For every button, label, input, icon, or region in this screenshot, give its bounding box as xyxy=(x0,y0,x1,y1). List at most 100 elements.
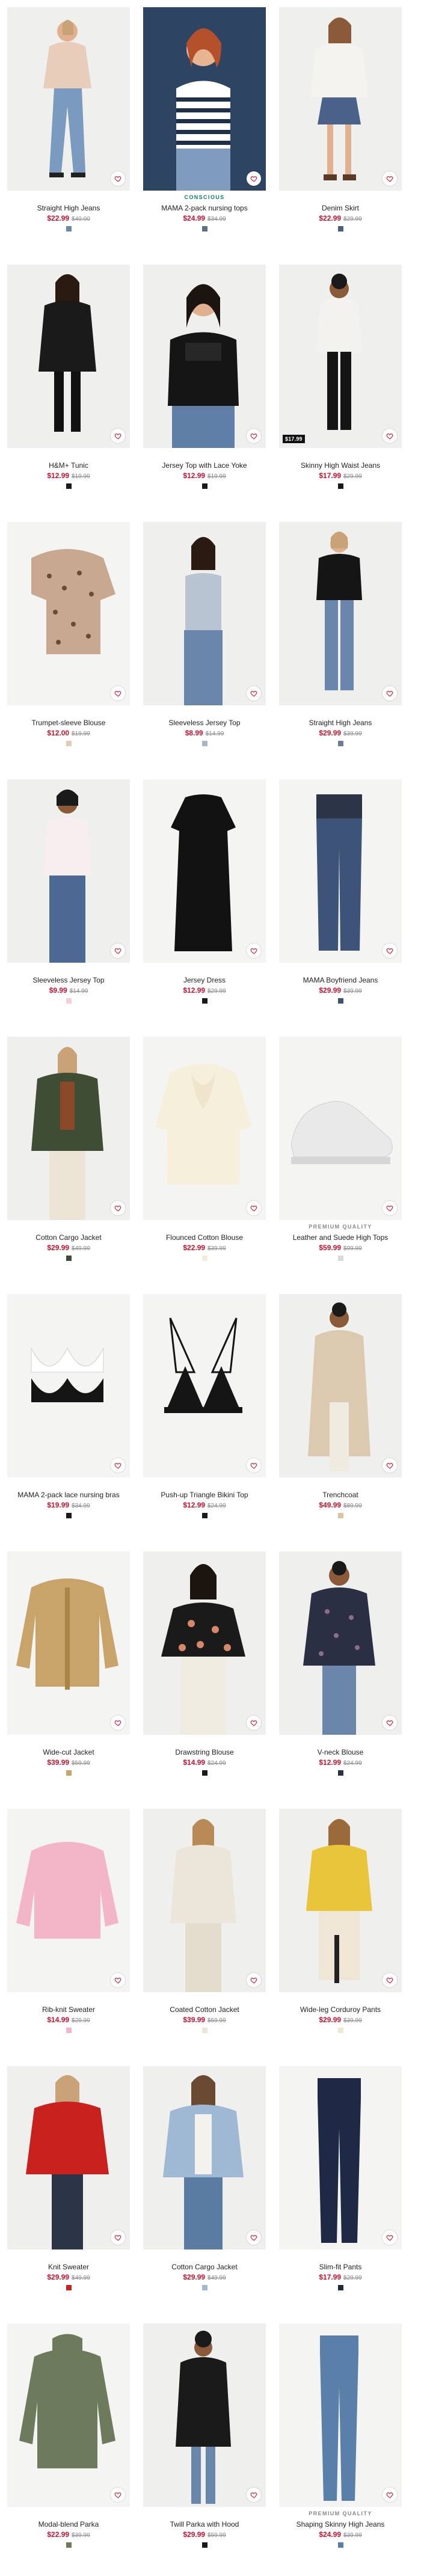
product-title[interactable]: Wide-leg Corduroy Pants xyxy=(300,2005,381,2014)
heart-outline-icon[interactable] xyxy=(247,171,261,186)
product-title[interactable]: Rib-knit Sweater xyxy=(42,2005,95,2014)
product-title[interactable]: Slim-fit Pants xyxy=(319,2263,362,2271)
product-card[interactable]: Wide-leg Corduroy Pants $29.99 $39.99 xyxy=(279,1809,402,2061)
product-title[interactable]: Straight High Jeans xyxy=(37,204,100,212)
product-image[interactable] xyxy=(143,779,266,963)
product-image[interactable] xyxy=(143,7,266,191)
heart-outline-icon[interactable] xyxy=(247,2488,261,2502)
product-card[interactable]: CONSCIOUS MAMA 2-pack nursing tops $24.99 $… xyxy=(143,7,266,260)
product-card[interactable]: Twill Parka with Hood $29.99 $59.99 xyxy=(143,2323,266,2576)
heart-outline-icon[interactable] xyxy=(111,429,125,443)
heart-outline-icon[interactable] xyxy=(111,2230,125,2245)
product-card[interactable]: Knit Sweater $29.99 $49.99 xyxy=(7,2066,130,2319)
product-title[interactable]: Trenchcoat xyxy=(322,1491,358,1499)
product-image[interactable] xyxy=(7,7,130,191)
heart-outline-icon[interactable] xyxy=(247,2230,261,2245)
product-card[interactable]: Jersey Top with Lace Yoke $12.99 $19.99 xyxy=(143,265,266,517)
product-card[interactable]: MAMA Boyfriend Jeans $29.99 $39.99 xyxy=(279,779,402,1032)
product-image[interactable] xyxy=(143,1294,266,1477)
color-swatch[interactable] xyxy=(66,2285,72,2290)
product-card[interactable]: Cotton Cargo Jacket $29.99 $49.99 xyxy=(7,1037,130,1289)
product-title[interactable]: Knit Sweater xyxy=(48,2263,89,2271)
product-image[interactable] xyxy=(279,1294,402,1477)
color-swatch[interactable] xyxy=(337,2028,343,2033)
color-swatch[interactable] xyxy=(66,483,72,489)
product-title[interactable]: H&M+ Tunic xyxy=(49,461,88,470)
product-image[interactable] xyxy=(279,1037,402,1220)
product-card[interactable]: Push-up Triangle Bikini Top $12.99 $24.99 xyxy=(143,1294,266,1547)
color-swatch[interactable] xyxy=(66,1770,72,1776)
product-title[interactable]: Cotton Cargo Jacket xyxy=(171,2263,237,2271)
product-image[interactable] xyxy=(7,265,130,448)
heart-outline-icon[interactable] xyxy=(383,1458,397,1473)
product-title[interactable]: Sleeveless Jersey Top xyxy=(32,976,104,984)
color-swatch[interactable] xyxy=(201,483,207,489)
color-swatch[interactable] xyxy=(66,2542,72,2548)
product-title[interactable]: V-neck Blouse xyxy=(318,1748,364,1756)
product-card[interactable]: Drawstring Blouse $14.99 $24.99 xyxy=(143,1551,266,1804)
product-title[interactable]: Wide-cut Jacket xyxy=(43,1748,94,1756)
product-image[interactable] xyxy=(143,2323,266,2507)
product-title[interactable]: MAMA 2-pack nursing tops xyxy=(161,204,247,212)
product-card[interactable]: Cotton Cargo Jacket $29.99 $49.99 xyxy=(143,2066,266,2319)
heart-outline-icon[interactable] xyxy=(383,1973,397,1987)
product-title[interactable]: Skinny High Waist Jeans xyxy=(301,461,380,470)
heart-outline-icon[interactable] xyxy=(111,943,125,958)
product-image[interactable] xyxy=(7,1037,130,1220)
product-card[interactable]: V-neck Blouse $12.99 $24.99 xyxy=(279,1551,402,1804)
product-title[interactable]: Twill Parka with Hood xyxy=(170,2520,239,2528)
product-image[interactable] xyxy=(7,522,130,705)
color-swatch[interactable] xyxy=(337,1770,343,1776)
color-swatch[interactable] xyxy=(66,741,72,746)
color-swatch[interactable] xyxy=(337,483,343,489)
color-swatch[interactable] xyxy=(201,998,207,1004)
heart-outline-icon[interactable] xyxy=(383,429,397,443)
product-image[interactable] xyxy=(279,2323,402,2507)
product-card[interactable]: Rib-knit Sweater $14.99 $29.99 xyxy=(7,1809,130,2061)
product-title[interactable]: Shaping Skinny High Jeans xyxy=(297,2520,385,2528)
heart-outline-icon[interactable] xyxy=(383,686,397,701)
product-card[interactable]: Flounced Cotton Blouse $22.99 $39.99 xyxy=(143,1037,266,1289)
color-swatch[interactable] xyxy=(201,2285,207,2290)
product-title[interactable]: MAMA Boyfriend Jeans xyxy=(303,976,378,984)
product-title[interactable]: Jersey Dress xyxy=(183,976,226,984)
product-image[interactable]: $17.99 xyxy=(279,265,402,448)
product-image[interactable] xyxy=(7,2066,130,2249)
color-swatch[interactable] xyxy=(201,1513,207,1518)
product-card[interactable]: Wide-cut Jacket $39.99 $59.99 xyxy=(7,1551,130,1804)
product-image[interactable] xyxy=(279,779,402,963)
heart-outline-icon[interactable] xyxy=(247,429,261,443)
heart-outline-icon[interactable] xyxy=(383,1716,397,1730)
heart-outline-icon[interactable] xyxy=(383,2230,397,2245)
heart-outline-icon[interactable] xyxy=(383,2488,397,2502)
product-title[interactable]: Denim Skirt xyxy=(322,204,359,212)
product-title[interactable]: Modal-blend Parka xyxy=(38,2520,99,2528)
product-image[interactable] xyxy=(143,1037,266,1220)
heart-outline-icon[interactable] xyxy=(111,171,125,186)
heart-outline-icon[interactable] xyxy=(247,1201,261,1215)
product-card[interactable]: Straight High Jeans $22.99 $40.00 xyxy=(7,7,130,260)
heart-outline-icon[interactable] xyxy=(247,1973,261,1987)
product-image[interactable] xyxy=(7,1809,130,1992)
product-card[interactable]: $17.99 Skinny High Waist Jeans $17.99 $29.9… xyxy=(279,265,402,517)
product-image[interactable] xyxy=(143,265,266,448)
product-card[interactable]: Trumpet-sleeve Blouse $12.00 $19.99 xyxy=(7,522,130,774)
product-title[interactable]: MAMA 2-pack lace nursing bras xyxy=(17,1491,119,1499)
color-swatch[interactable] xyxy=(66,1256,72,1261)
product-image[interactable] xyxy=(7,1551,130,1735)
product-card[interactable]: Denim Skirt $22.99 $29.99 xyxy=(279,7,402,260)
heart-outline-icon[interactable] xyxy=(383,171,397,186)
color-swatch[interactable] xyxy=(201,1256,207,1261)
color-swatch[interactable] xyxy=(66,998,72,1004)
product-image[interactable] xyxy=(279,522,402,705)
product-card[interactable]: Trenchcoat $49.99 $89.99 xyxy=(279,1294,402,1547)
product-card[interactable]: PREMIUM QUALITY Shaping Skinny High Jeans… xyxy=(279,2323,402,2576)
heart-outline-icon[interactable] xyxy=(247,1716,261,1730)
color-swatch[interactable] xyxy=(66,2028,72,2033)
product-card[interactable]: Sleeveless Jersey Top $8.99 $14.99 xyxy=(143,522,266,774)
product-card[interactable]: Sleeveless Jersey Top $9.99 $14.99 xyxy=(7,779,130,1032)
product-card[interactable]: Slim-fit Pants $17.99 $29.99 xyxy=(279,2066,402,2319)
product-image[interactable] xyxy=(279,1809,402,1992)
color-swatch[interactable] xyxy=(66,1513,72,1518)
product-image[interactable] xyxy=(279,1551,402,1735)
